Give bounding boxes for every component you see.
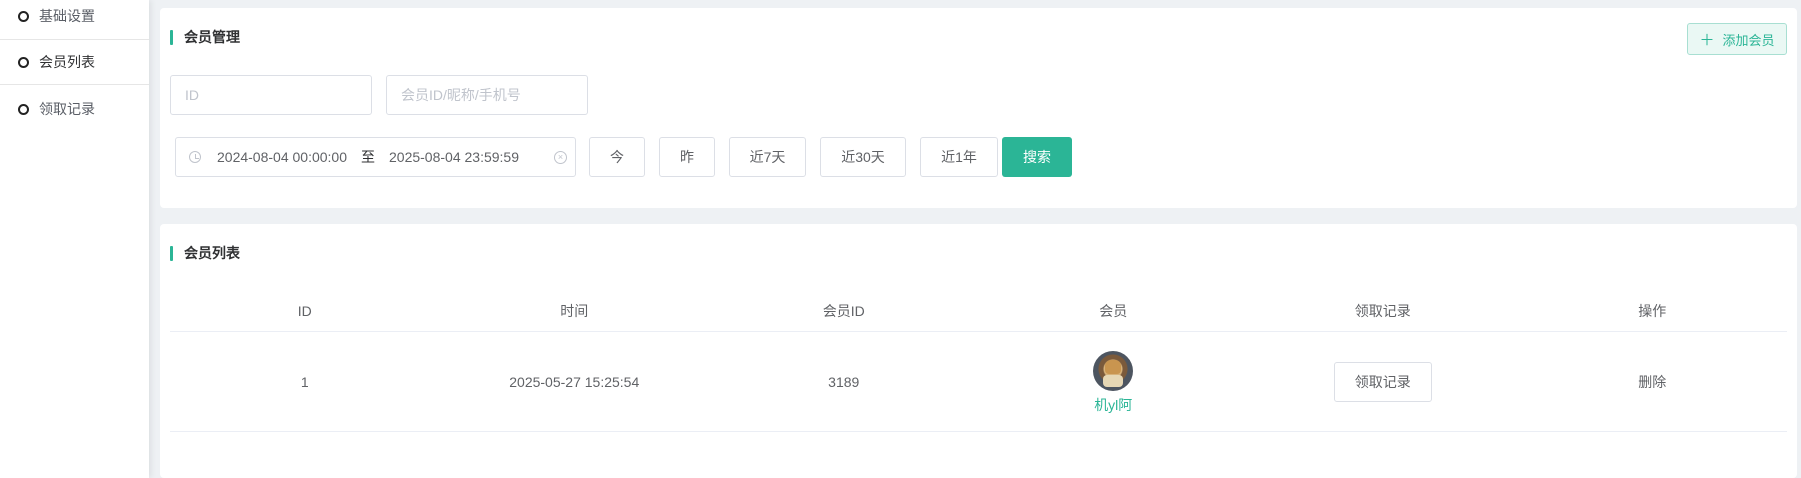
add-member-label: 添加会员 <box>1722 32 1775 48</box>
card-title-text: 会员列表 <box>184 245 240 261</box>
member-name[interactable]: 机yl阿 <box>1094 395 1132 415</box>
cell-time: 2025-05-27 15:25:54 <box>509 373 640 390</box>
circle-icon <box>18 56 29 68</box>
sidebar-item-member-list[interactable]: 会员列表 <box>0 39 149 85</box>
column-header-id: ID <box>297 302 312 319</box>
cell-actions: 删除 <box>1518 332 1788 431</box>
table-row: 1 2025-05-27 15:25:54 3189 机yl阿 领取记录 删除 <box>170 332 1787 432</box>
date-separator: 至 <box>361 149 375 165</box>
card-title: 会员列表 <box>170 245 240 261</box>
sidebar-item-label: 领取记录 <box>39 101 95 117</box>
date-end[interactable]: 2025-08-04 23:59:59 <box>389 149 519 165</box>
plus-icon: ＋ <box>1699 31 1715 49</box>
table-header: ID 时间 会员ID 会员 领取记录 操作 <box>170 290 1787 332</box>
sidebar-item-label: 基础设置 <box>39 8 95 24</box>
column-header-time: 时间 <box>560 302 589 319</box>
clear-icon[interactable]: × <box>554 151 567 164</box>
circle-icon <box>18 10 29 22</box>
avatar <box>1093 350 1134 391</box>
cell-id: 1 <box>300 373 309 390</box>
last-7-days-button[interactable]: 近7天 <box>729 137 806 177</box>
title-accent-bar <box>170 29 173 45</box>
date-range-picker[interactable]: 2024-08-04 00:00:00 至 2025-08-04 23:59:5… <box>175 137 576 177</box>
yesterday-button[interactable]: 昨 <box>659 137 715 177</box>
search-button[interactable]: 搜索 <box>1002 137 1072 177</box>
member-management-card: 会员管理 ＋ 添加会员 2024-08-04 00:00:00 至 2025-0… <box>160 8 1797 208</box>
id-input[interactable] <box>170 75 372 115</box>
column-header-member-id: 会员ID <box>822 302 865 319</box>
title-accent-bar <box>170 245 173 261</box>
card-title-text: 会员管理 <box>184 29 240 45</box>
card-title: 会员管理 <box>170 29 240 45</box>
sidebar-item-basic-settings[interactable]: 基础设置 <box>0 0 149 39</box>
add-member-button[interactable]: ＋ 添加会员 <box>1687 23 1787 55</box>
column-header-records: 领取记录 <box>1354 302 1411 319</box>
clock-icon <box>189 151 201 163</box>
date-start[interactable]: 2024-08-04 00:00:00 <box>217 149 347 165</box>
cell-member: 机yl阿 <box>979 332 1249 431</box>
sidebar-item-label: 会员列表 <box>39 54 95 70</box>
delete-link[interactable]: 删除 <box>1638 372 1666 392</box>
today-button[interactable]: 今 <box>589 137 645 177</box>
cell-records: 领取记录 <box>1248 332 1518 431</box>
cell-member-id: 3189 <box>828 373 860 390</box>
member-search-input[interactable] <box>386 75 588 115</box>
claim-records-button[interactable]: 领取记录 <box>1333 361 1432 402</box>
last-1-year-button[interactable]: 近1年 <box>920 137 998 177</box>
last-30-days-button[interactable]: 近30天 <box>820 137 906 177</box>
column-header-member: 会员 <box>1099 302 1128 319</box>
sidebar: 基础设置 会员列表 领取记录 <box>0 0 149 478</box>
circle-icon <box>18 103 29 115</box>
member-list-card: 会员列表 ID 时间 会员ID 会员 领取记录 操作 1 2025-05-27 … <box>160 224 1797 478</box>
column-header-actions: 操作 <box>1638 302 1667 319</box>
sidebar-item-claim-records[interactable]: 领取记录 <box>0 86 149 132</box>
